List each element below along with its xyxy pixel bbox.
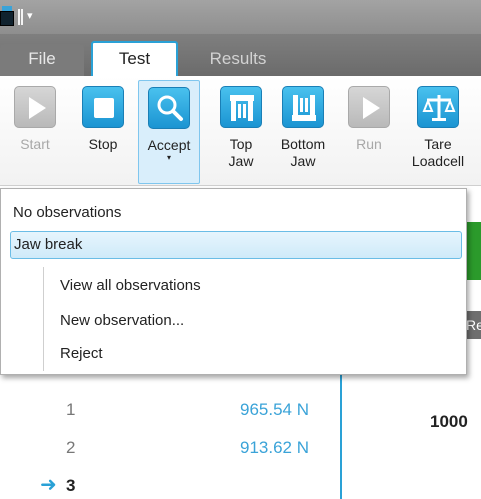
bottom-jaw-button[interactable]: Bottom Jaw xyxy=(272,82,334,182)
title-bar: ▾ xyxy=(0,0,481,34)
accept-dropdown-menu: No observations Jaw break View all obser… xyxy=(0,188,467,375)
tare-loadcell-label-line2: Loadcell xyxy=(411,153,465,169)
top-jaw-icon xyxy=(220,86,262,128)
tab-test[interactable]: Test xyxy=(91,41,178,77)
stop-label: Stop xyxy=(88,136,118,152)
ribbon: Start Stop Accept ▾ Top Jaw Bottom Jaw R… xyxy=(0,76,481,186)
start-button[interactable]: Start xyxy=(4,82,66,182)
top-jaw-label: Top Jaw xyxy=(210,136,272,170)
play-icon xyxy=(14,86,56,128)
bottom-jaw-label-line2: Jaw xyxy=(290,153,316,169)
stop-icon xyxy=(82,86,124,128)
app-icon[interactable] xyxy=(0,6,14,26)
run-play-icon xyxy=(348,86,390,128)
start-label: Start xyxy=(20,136,50,152)
menu-item-view-all-observations[interactable]: View all observations xyxy=(60,277,201,294)
menu-item-jaw-break[interactable]: Jaw break xyxy=(10,231,462,259)
bottom-jaw-label: Bottom Jaw xyxy=(272,136,334,170)
run-label: Run xyxy=(356,136,382,152)
tare-loadcell-button[interactable]: Tare Loadcell xyxy=(404,82,472,182)
bottom-jaw-icon xyxy=(282,86,324,128)
top-jaw-label-line2: Jaw xyxy=(228,153,254,169)
accept-button[interactable]: Accept ▾ xyxy=(138,80,200,184)
ribbon-tab-row: File Test Results xyxy=(0,34,481,77)
tare-loadcell-label-line1: Tare xyxy=(424,136,452,152)
row-number: 1 xyxy=(66,400,76,419)
top-jaw-label-line1: Top xyxy=(229,136,253,152)
quick-access-menu-icon[interactable]: ▾ xyxy=(27,10,33,21)
current-row-arrow-icon: ➜ xyxy=(40,472,57,496)
row-value: 965.54 N xyxy=(240,400,309,419)
accept-label: Accept xyxy=(147,137,191,153)
tab-file[interactable]: File xyxy=(0,44,84,76)
result-value: 1000 xyxy=(430,412,468,431)
menu-item-no-observations[interactable]: No observations xyxy=(13,204,121,221)
stop-button[interactable]: Stop xyxy=(72,82,134,182)
scale-icon xyxy=(417,86,459,128)
row-value: 913.62 N xyxy=(240,438,309,457)
menu-item-reject[interactable]: Reject xyxy=(60,345,103,362)
tare-loadcell-label: Tare Loadcell xyxy=(404,136,472,170)
magnifier-icon xyxy=(148,87,190,129)
quick-access-separator xyxy=(18,9,23,25)
accept-dropdown-arrow-icon[interactable]: ▾ xyxy=(139,153,199,162)
run-button[interactable]: Run xyxy=(338,82,400,182)
menu-divider xyxy=(43,267,44,371)
bottom-jaw-label-line1: Bottom xyxy=(280,136,326,152)
row-number: 2 xyxy=(66,438,76,457)
top-jaw-button[interactable]: Top Jaw xyxy=(210,82,272,182)
menu-item-new-observation[interactable]: New observation... xyxy=(60,312,184,329)
tab-results[interactable]: Results xyxy=(190,44,286,76)
status-indicator xyxy=(466,222,481,280)
current-row-number: 3 xyxy=(66,476,76,495)
